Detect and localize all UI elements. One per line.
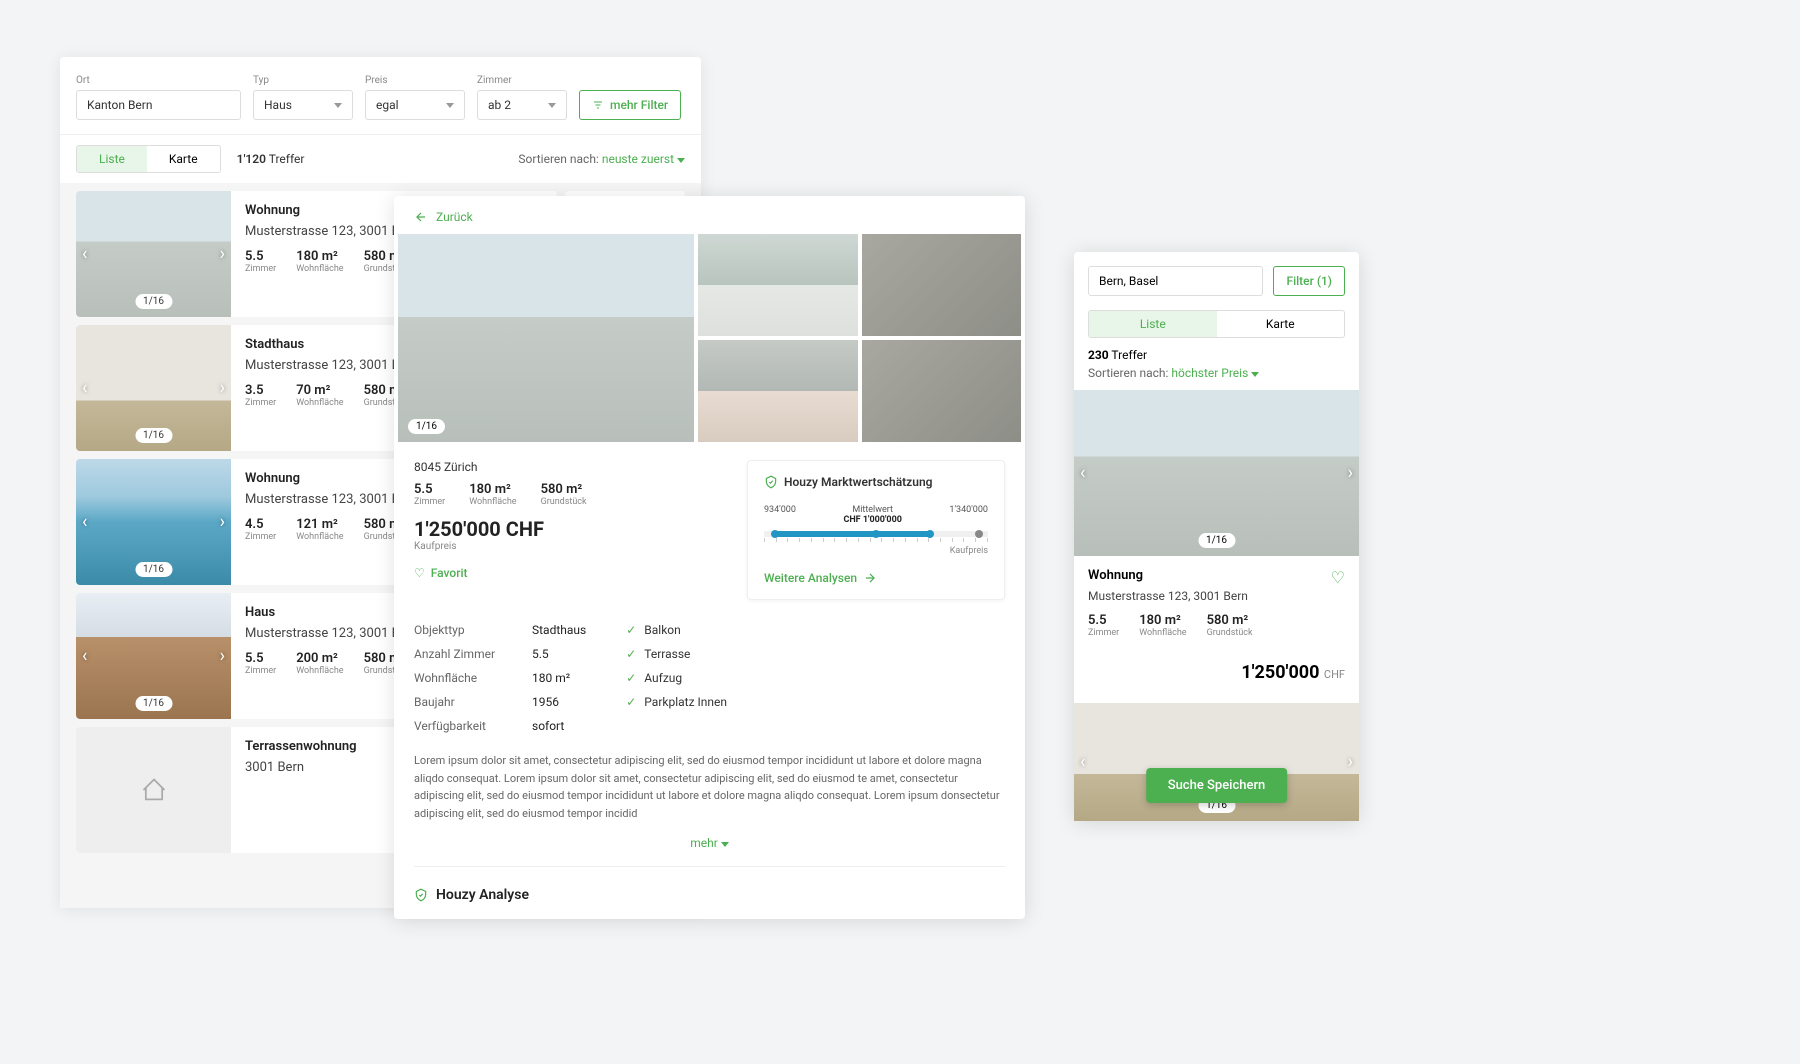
view-toggle: Liste Karte [1088,310,1345,338]
favorite-icon[interactable]: ♡ [1331,568,1345,587]
filter-button[interactable]: Filter (1) [1273,266,1345,296]
chevron-down-icon [548,103,556,108]
tab-list[interactable]: Liste [1089,311,1217,337]
detail-panel: Zurück 1/16 8045 Zürich 5.5Zimmer 180 m²… [394,196,1025,919]
filter-typ-select[interactable]: Haus [253,90,353,120]
tab-map[interactable]: Karte [147,146,220,172]
detail-location: 8045 Zürich [414,460,727,474]
prev-image-icon[interactable]: ‹ [1080,463,1085,484]
prev-image-icon[interactable]: ‹ [82,378,87,399]
prev-image-icon[interactable]: ‹ [1080,752,1085,773]
description-text: Lorem ipsum dolor sit amet, consectetur … [394,738,1025,830]
filter-icon [592,99,604,111]
chevron-down-icon [1251,372,1259,377]
listing-price: 1'250'000 CHF [1074,658,1359,695]
listing-address: Musterstrasse 123, 3001 Bern [1088,589,1345,603]
check-icon: ✓ [626,695,636,709]
listing-card[interactable]: ‹›1/16 ♡ Wohnung Musterstrasse 123, 3001… [1074,390,1359,703]
gallery-thumb[interactable] [698,340,858,442]
filter-ort-input[interactable]: Kanton Bern [76,90,241,120]
prev-image-icon[interactable]: ‹ [82,244,87,265]
listing-image-placeholder [76,727,231,853]
favorite-button[interactable]: ♡Favorit [414,566,727,580]
chevron-down-icon [721,842,729,847]
next-image-icon[interactable]: › [220,646,225,667]
filter-typ-label: Typ [253,75,353,86]
tab-list[interactable]: Liste [77,146,147,172]
listing-image: ‹›1/16 [76,325,231,451]
valuation-chart: 934'000 MittelwertCHF 1'000'000 1'340'00… [764,505,988,561]
next-image-icon[interactable]: › [1348,463,1353,484]
filter-ort-label: Ort [76,75,241,86]
listing-image: ‹›1/16 [76,593,231,719]
next-image-icon[interactable]: › [220,378,225,399]
detail-price: 1'250'000 CHF [414,517,727,541]
analysis-heading: Houzy Analyse [394,877,1025,919]
toolbar: Liste Karte 1'120 Treffer Sortieren nach… [60,134,701,183]
gallery-thumb[interactable] [862,234,1022,336]
listing-image: ‹›1/16 [1074,390,1359,556]
more-filter-button[interactable]: mehr Filter [579,90,681,120]
gallery-thumb[interactable] [698,234,858,336]
listing-type: Wohnung [1088,568,1345,583]
divider [414,866,1005,867]
image-gallery: 1/16 [394,234,1025,442]
arrow-right-icon [863,571,877,585]
gallery-thumb[interactable] [862,340,1022,442]
chevron-down-icon [446,103,454,108]
heart-icon: ♡ [414,566,425,580]
filter-preis-select[interactable]: egal [365,90,465,120]
home-icon [140,776,168,804]
gallery-main-image[interactable]: 1/16 [398,234,694,442]
filter-zimmer-select[interactable]: ab 2 [477,90,567,120]
check-icon: ✓ [626,623,636,637]
listing-image: ‹›1/16 [1074,703,1359,821]
detail-stats: 5.5Zimmer 180 m²Wohnfläche 580 m²Grundst… [414,482,727,507]
shield-check-icon [414,888,428,902]
listing-image: ‹›1/16 [76,191,231,317]
filter-bar: Ort Kanton Bern Typ Haus Preis egal Zimm… [60,57,701,134]
view-toggle: Liste Karte [76,145,221,173]
mobile-search-panel: Bern, Basel Filter (1) Liste Karte 230 T… [1074,252,1359,821]
prev-image-icon[interactable]: ‹ [82,646,87,667]
check-icon: ✓ [626,671,636,685]
sort-control[interactable]: Sortieren nach: neuste zuerst [518,152,685,166]
check-icon: ✓ [626,647,636,661]
prev-image-icon[interactable]: ‹ [82,512,87,533]
arrow-left-icon [414,210,428,224]
search-input[interactable]: Bern, Basel [1088,266,1263,296]
back-button[interactable]: Zurück [394,196,1025,234]
chevron-down-icon [334,103,342,108]
valuation-title: Houzy Marktwertschätzung [764,475,988,489]
filter-zimmer-label: Zimmer [477,75,567,86]
detail-price-sub: Kaufpreis [414,541,727,552]
listing-image: ‹›1/16 [76,459,231,585]
next-image-icon[interactable]: › [220,512,225,533]
next-image-icon[interactable]: › [1348,752,1353,773]
more-analyses-link[interactable]: Weitere Analysen [764,571,988,585]
filter-preis-label: Preis [365,75,465,86]
shield-check-icon [764,475,778,489]
chevron-down-icon [677,158,685,163]
save-search-button[interactable]: Suche Speichern [1146,768,1288,803]
valuation-card: Houzy Marktwertschätzung 934'000 Mittelw… [747,460,1005,600]
property-details: ObjekttypStadthaus Anzahl Zimmer5.5 Wohn… [394,618,1025,738]
sort-control[interactable]: Sortieren nach: höchster Preis [1074,366,1359,390]
next-image-icon[interactable]: › [220,244,225,265]
result-count: 1'120 Treffer [237,152,305,166]
result-count: 230 Treffer [1074,338,1359,366]
tab-map[interactable]: Karte [1217,311,1345,337]
expand-description-button[interactable]: mehr [394,830,1025,856]
